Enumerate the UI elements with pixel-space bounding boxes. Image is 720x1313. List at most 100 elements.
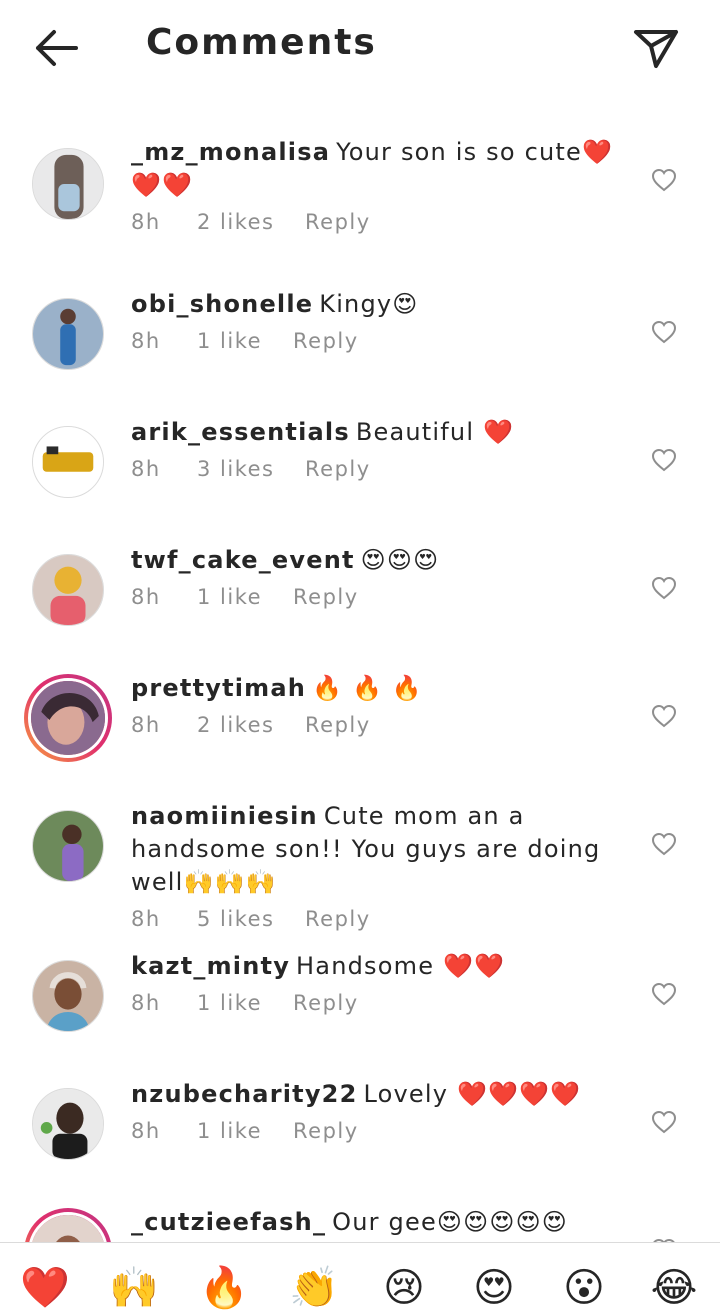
comment-likes[interactable]: 2 likes [197,713,274,737]
comment-username[interactable]: kazt_minty [131,952,290,980]
reply-button[interactable]: Reply [293,585,359,609]
comment-likes[interactable]: 1 like [197,585,262,609]
comment-likes[interactable]: 2 likes [197,210,274,234]
comment-username[interactable]: obi_shonelle [131,290,313,318]
comment-username[interactable]: _cutzieefash_ [131,1208,326,1236]
heart-outline-icon [651,576,677,600]
avatar-image [33,555,103,625]
reply-button[interactable]: Reply [305,457,371,481]
reply-button[interactable]: Reply [293,1119,359,1143]
emoji-laughing-button[interactable]: 😂 [646,1263,702,1313]
avatar-with-story-ring[interactable] [24,674,112,762]
heart-outline-icon [651,320,677,344]
heart-outline-icon [651,1110,677,1134]
comment-row: twf_cake_event 😍😍😍 8h 1 like Reply [0,544,720,634]
emoji-raising-hands-button[interactable]: 🙌 [106,1263,162,1313]
comment-text: Our gee😍😍😍😍😍 [332,1208,569,1236]
heart-outline-icon [651,832,677,856]
share-button[interactable] [628,22,684,74]
reply-button[interactable]: Reply [305,210,371,234]
comment-meta: 8h 1 like Reply [131,1119,621,1149]
comment-time: 8h [131,210,161,234]
avatar-image [33,1089,103,1159]
comment-meta: 8h 1 like Reply [131,585,621,615]
comment-row: kazt_minty Handsome ❤️❤️ 8h 1 like Reply [0,950,720,1040]
avatar-image [33,961,103,1031]
comment-likes[interactable]: 1 like [197,1119,262,1143]
comment-likes[interactable]: 1 like [197,329,262,353]
comment-username[interactable]: naomiiniesin [131,802,318,830]
comment-meta: 8h 3 likes Reply [131,457,621,487]
heart-outline-icon [651,448,677,472]
avatar[interactable] [32,426,104,498]
avatar [28,678,108,758]
comment-likes[interactable]: 5 likes [197,907,274,931]
like-button[interactable] [650,1108,678,1136]
comment-time: 8h [131,1119,161,1143]
comment-content: arik_essentials Beautiful ❤️ 8h 3 likes R… [131,416,621,487]
back-button[interactable] [28,24,84,72]
like-button[interactable] [650,574,678,602]
reply-button[interactable]: Reply [305,907,371,931]
comment-content: prettytimah 🔥 🔥 🔥 8h 2 likes Reply [131,672,621,743]
heart-outline-icon [651,982,677,1006]
comment-list[interactable]: _mz_monalisa Your son is so cute❤️❤️❤️ 8h… [0,96,720,1242]
comment-content: obi_shonelle Kingy😍 8h 1 like Reply [131,288,621,359]
avatar-image [31,681,105,755]
avatar-image [33,299,103,369]
comment-text: Handsome ❤️❤️ [296,952,506,980]
comment-text-line: obi_shonelle Kingy😍 [131,288,621,321]
comment-likes[interactable]: 3 likes [197,457,274,481]
comment-text: 😍😍😍 [360,546,440,574]
like-button[interactable] [650,830,678,858]
header: Comments [0,0,720,96]
comment-username[interactable]: twf_cake_event [131,546,355,574]
avatar-image [33,811,103,881]
avatar [28,1212,108,1242]
comment-text-line: naomiiniesin Cute mom an a handsome son!!… [131,800,621,899]
comment-username[interactable]: _mz_monalisa [131,138,330,166]
avatar[interactable] [32,1088,104,1160]
comment-content: nzubecharity22 Lovely ❤️❤️❤️❤️ 8h 1 like … [131,1078,621,1149]
emoji-surprised-button[interactable]: 😮 [556,1263,612,1313]
like-button[interactable] [650,702,678,730]
comment-text-line: kazt_minty Handsome ❤️❤️ [131,950,621,983]
reply-button[interactable]: Reply [293,329,359,353]
comment-content: naomiiniesin Cute mom an a handsome son!!… [131,800,621,937]
emoji-clapping-button[interactable]: 👏 [286,1263,342,1313]
avatar[interactable] [32,148,104,220]
comment-row: obi_shonelle Kingy😍 8h 1 like Reply [0,288,720,378]
emoji-crying-button[interactable]: 😢 [376,1263,432,1313]
avatar[interactable] [32,810,104,882]
comment-username[interactable]: nzubecharity22 [131,1080,357,1108]
avatar-with-story-ring[interactable] [24,1208,112,1242]
comment-content: kazt_minty Handsome ❤️❤️ 8h 1 like Reply [131,950,621,1021]
reply-button[interactable]: Reply [305,713,371,737]
like-button[interactable] [650,446,678,474]
emoji-heart-eyes-button[interactable]: 😍 [466,1263,522,1313]
avatar[interactable] [32,298,104,370]
comment-content: _cutzieefash_ Our gee😍😍😍😍😍 [131,1206,621,1239]
comment-username[interactable]: prettytimah [131,674,306,702]
page-title: Comments [146,22,377,63]
emoji-red-heart-button[interactable]: ❤️ [17,1263,73,1313]
avatar[interactable] [32,960,104,1032]
like-button[interactable] [650,166,678,194]
comment-username[interactable]: arik_essentials [131,418,350,446]
reply-button[interactable]: Reply [293,991,359,1015]
emoji-fire-button[interactable]: 🔥 [196,1263,252,1313]
comment-text-line: arik_essentials Beautiful ❤️ [131,416,621,449]
avatar-image [31,1215,105,1242]
comment-meta: 8h 2 likes Reply [131,713,621,743]
comment-meta: 8h 1 like Reply [131,329,621,359]
comment-time: 8h [131,329,161,353]
comment-text-line: nzubecharity22 Lovely ❤️❤️❤️❤️ [131,1078,621,1111]
comment-text: Beautiful ❤️ [355,418,515,446]
like-button[interactable] [650,318,678,346]
avatar[interactable] [32,554,104,626]
comment-likes[interactable]: 1 like [197,991,262,1015]
comment-time: 8h [131,585,161,609]
arrow-left-icon [36,30,78,66]
like-button[interactable] [650,980,678,1008]
comment-content: _mz_monalisa Your son is so cute❤️❤️❤️ 8h… [131,136,621,240]
